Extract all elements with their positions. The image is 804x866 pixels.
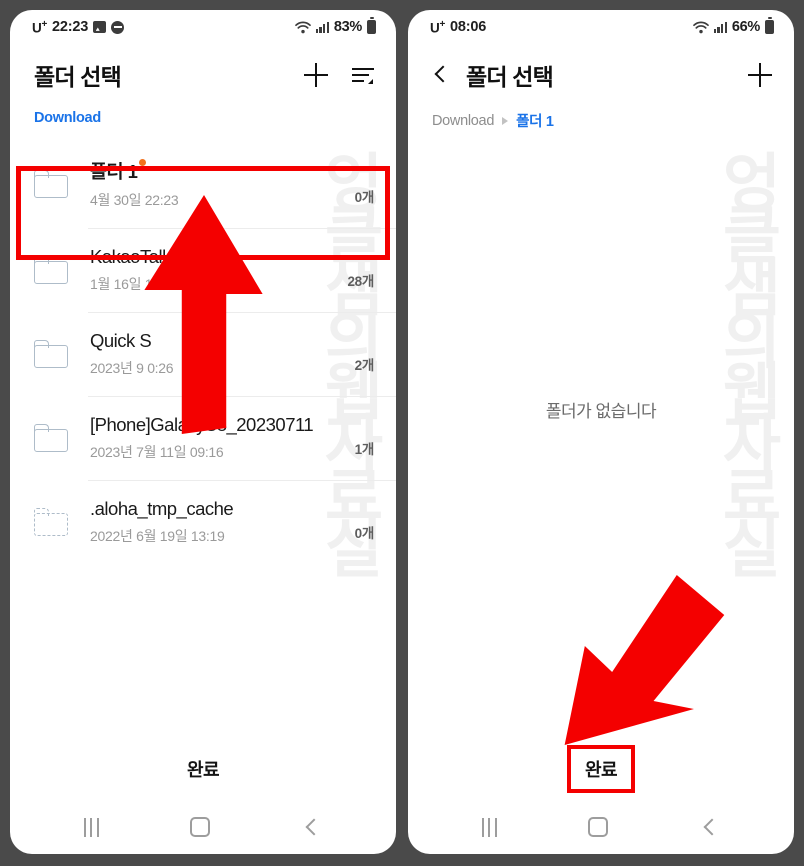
row-count: 28개 — [347, 274, 374, 289]
back-icon[interactable] — [700, 817, 720, 837]
row-name: .aloha_tmp_cache — [90, 498, 234, 519]
folder-list-left: 폴더 1 4월 30일 22:23 0개 KakaoTalk 1월 16일 1 … — [10, 140, 396, 738]
row-count: 1개 — [354, 442, 375, 457]
left-phone-screen: 엉클샘의웹자료실 U+ 22:23 83% 폴더 선택 Download 폴더 … — [10, 10, 396, 854]
page-title: 폴더 선택 — [466, 64, 554, 90]
breadcrumb-root[interactable]: Download — [34, 110, 101, 126]
folder-icon — [34, 424, 68, 452]
folder-icon — [34, 170, 68, 198]
row-name: [Phone]GalaxyS8_20230711 — [90, 414, 314, 435]
nav-bar-right — [408, 800, 794, 854]
table-row[interactable]: Quick S 2023년 9 0:26 2개 — [10, 312, 396, 396]
dual-screenshot-canvas: 엉클샘의웹자료실 U+ 22:23 83% 폴더 선택 Download 폴더 … — [0, 0, 804, 866]
status-clock: 08:06 — [450, 19, 487, 35]
app-bar-left: 폴더 선택 — [10, 44, 396, 106]
folder-icon — [34, 340, 68, 368]
table-row[interactable]: 폴더 1 4월 30일 22:23 0개 — [10, 140, 396, 228]
carrier-label: U+ — [430, 18, 445, 36]
folder-icon-hidden — [34, 508, 68, 536]
folder-icon — [34, 256, 68, 284]
plus-icon[interactable] — [304, 63, 328, 87]
home-icon[interactable] — [588, 817, 609, 837]
empty-state: 폴더가 없습니다 — [408, 145, 794, 738]
status-clock: 22:23 — [52, 19, 89, 35]
recents-icon[interactable] — [481, 817, 497, 837]
table-row[interactable]: [Phone]GalaxyS8_20230711 2023년 7월 11일 09… — [10, 396, 396, 480]
signal-icon — [315, 21, 329, 33]
carrier-label: U+ — [32, 18, 47, 36]
battery-percent: 83% — [333, 19, 362, 35]
row-name: Quick S — [90, 330, 152, 351]
nav-bar-left — [10, 800, 396, 854]
row-count: 0개 — [354, 190, 375, 205]
done-button[interactable]: 완료 — [171, 748, 235, 790]
breadcrumb-right: Download 폴더 1 — [408, 106, 794, 145]
battery-percent: 66% — [731, 19, 760, 35]
wifi-icon — [294, 20, 311, 34]
battery-icon — [765, 17, 774, 34]
chevron-right-icon — [502, 116, 509, 125]
row-date: 2023년 7월 11일 09:16 — [90, 444, 224, 460]
done-bar-left: 완료 — [10, 738, 396, 800]
page-title: 폴더 선택 — [34, 64, 122, 90]
row-date: 1월 16일 1 — [90, 276, 153, 292]
breadcrumb-root[interactable]: Download — [432, 113, 494, 129]
status-bar-right: U+ 08:06 66% — [408, 10, 794, 44]
row-date: 2022년 6월 19일 13:19 — [90, 528, 225, 544]
breadcrumb-left: Download — [10, 106, 396, 140]
row-name: 폴더 1 — [90, 158, 147, 184]
new-badge-dot — [139, 159, 147, 166]
plus-icon[interactable] — [748, 63, 772, 87]
chevron-left-icon[interactable] — [432, 64, 452, 86]
battery-icon — [367, 17, 376, 34]
recents-icon[interactable] — [83, 817, 99, 837]
status-bar-left: U+ 22:23 83% — [10, 10, 396, 44]
row-count: 2개 — [354, 358, 375, 373]
wifi-icon — [692, 20, 709, 34]
table-row[interactable]: .aloha_tmp_cache 2022년 6월 19일 13:19 0개 — [10, 480, 396, 564]
app-bar-right: 폴더 선택 — [408, 44, 794, 106]
do-not-disturb-icon — [111, 20, 125, 34]
back-icon[interactable] — [302, 817, 322, 837]
done-button[interactable]: 완료 — [566, 745, 636, 793]
gallery-icon — [93, 21, 107, 33]
row-date: 4월 30일 22:23 — [90, 192, 179, 208]
sort-icon[interactable] — [352, 65, 374, 85]
empty-state-text: 폴더가 없습니다 — [545, 402, 657, 421]
row-date: 2023년 9 0:26 — [90, 360, 174, 376]
row-name: KakaoTalk — [90, 246, 171, 267]
right-phone-screen: 엉클샘의웹자료실 U+ 08:06 66% 폴더 선택 Download 폴더 … — [408, 10, 794, 854]
done-bar-right: 완료 — [408, 738, 794, 800]
home-icon[interactable] — [190, 817, 211, 837]
breadcrumb-current[interactable]: 폴더 1 — [516, 110, 554, 131]
signal-icon — [713, 21, 727, 33]
table-row[interactable]: KakaoTalk 1월 16일 1 28개 — [10, 228, 396, 312]
row-count: 0개 — [354, 526, 375, 541]
